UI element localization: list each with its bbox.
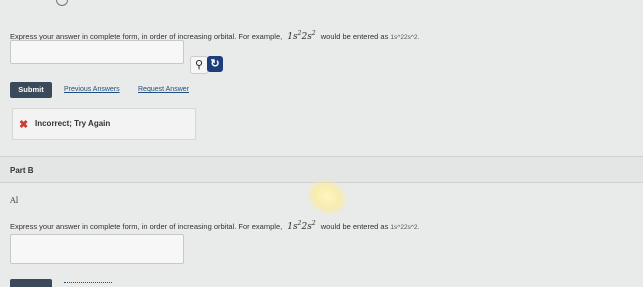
part-b-request-answer-link[interactable] xyxy=(64,279,112,283)
instruction-mid-text: would be entered as xyxy=(320,222,389,231)
part-b-instruction: Express your answer in complete form, in… xyxy=(10,220,419,232)
example-code: 1s^22s^2. xyxy=(390,34,420,41)
lightbulb-icon: ⚲ xyxy=(194,59,204,71)
divider xyxy=(0,156,643,157)
example-code: 1s^22s^2. xyxy=(390,224,420,231)
keyboard-tool-button[interactable]: ⚲ xyxy=(190,56,208,74)
refresh-icon: ↻ xyxy=(210,58,220,70)
previous-answers-link[interactable]: Previous Answers xyxy=(64,86,120,93)
top-partial-icon xyxy=(56,0,68,6)
instruction-text: Express your answer in complete form, in… xyxy=(10,222,283,231)
example-math: 1s22s2 xyxy=(287,30,316,42)
part-b-label: Part B xyxy=(10,166,34,175)
example-math: 1s22s2 xyxy=(287,220,316,232)
feedback-box: ✖ Incorrect; Try Again xyxy=(12,108,196,140)
part-b-submit-button[interactable] xyxy=(10,279,52,287)
part-b-answer-input[interactable] xyxy=(10,234,184,264)
request-answer-link[interactable]: Request Answer xyxy=(138,86,189,93)
element-symbol: Al xyxy=(10,196,19,205)
submit-button[interactable]: Submit xyxy=(10,82,52,98)
x-icon: ✖ xyxy=(19,119,29,131)
instruction-mid-text: would be entered as xyxy=(320,32,389,41)
part-a-answer-input[interactable] xyxy=(10,40,184,64)
reset-button[interactable]: ↻ xyxy=(207,56,223,72)
feedback-message: Incorrect; Try Again xyxy=(35,119,111,128)
